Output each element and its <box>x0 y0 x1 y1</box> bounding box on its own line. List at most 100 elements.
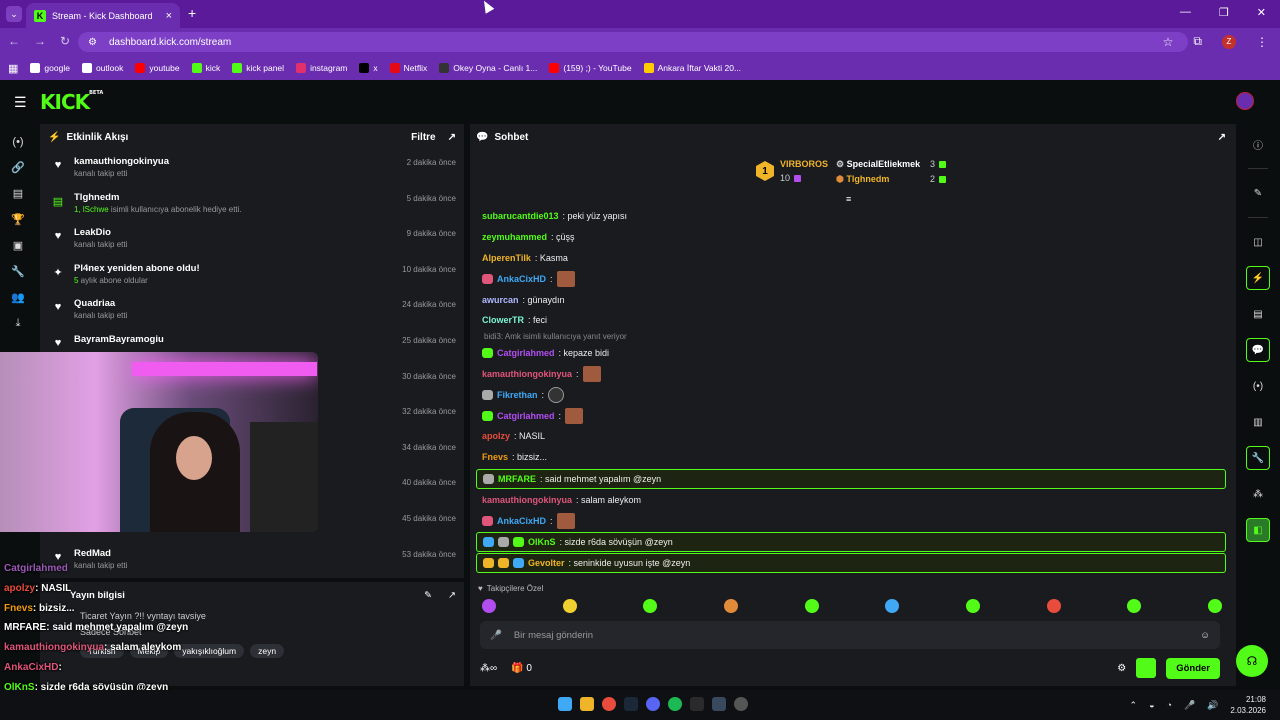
emote-icon[interactable] <box>643 599 658 613</box>
chrome-icon[interactable] <box>602 697 616 711</box>
emote-icon[interactable] <box>804 599 819 613</box>
discord-icon[interactable] <box>646 697 660 711</box>
emote-icon[interactable] <box>723 599 738 613</box>
activity-username[interactable]: Pl4nex yeniden abone oldu! <box>74 263 200 274</box>
bookmark-item[interactable]: Ankara İftar Vakti 20... <box>643 63 741 73</box>
chat-message[interactable]: apolzy: NASIL <box>476 426 1226 447</box>
site-info-icon[interactable]: ⚙ <box>88 37 97 48</box>
forward-icon[interactable]: → <box>34 34 46 48</box>
analytics-icon[interactable]: ▤ <box>13 187 23 200</box>
chat-username[interactable]: MRFARE <box>498 474 536 484</box>
activity-username[interactable]: BayramBayramogiu <box>74 334 164 345</box>
chat-message[interactable]: AnkaCixHD: <box>476 510 1226 531</box>
chat-username[interactable]: AlperenTilk <box>482 253 531 263</box>
hamburger-menu-icon[interactable]: ☰ <box>14 94 27 111</box>
document-icon[interactable]: ▤ <box>1246 302 1270 326</box>
points-icon[interactable]: ⁂∞ <box>480 663 497 674</box>
chat-input[interactable]: 🎤 Bir mesaj gönderin ☺ <box>480 621 1220 649</box>
bookmark-item[interactable]: youtube <box>135 63 180 73</box>
steam-icon[interactable] <box>712 697 726 711</box>
popout-icon[interactable]: ↗ <box>1218 132 1226 143</box>
chat-message[interactable]: awurcan: günaydın <box>476 289 1226 310</box>
chat-message[interactable]: AnkaCixHD: <box>476 268 1226 289</box>
popout-icon[interactable]: ↗ <box>448 132 456 143</box>
chat-username[interactable]: ClowerTR <box>482 315 524 325</box>
tray-expand-icon[interactable]: ⌃ <box>1130 700 1138 711</box>
activity-username[interactable]: LeakDio <box>74 227 127 238</box>
new-tab-icon[interactable]: + <box>188 5 196 21</box>
windows-start-icon[interactable] <box>558 697 572 711</box>
kick-emote-button[interactable] <box>1136 658 1157 678</box>
wifi-icon[interactable]: ◔ <box>1167 700 1172 710</box>
send-button[interactable]: Gönder <box>1166 657 1220 679</box>
chat-username[interactable]: OlKnS <box>528 537 556 547</box>
emote-icon[interactable] <box>562 599 577 613</box>
browser-menu-icon[interactable]: ⋮ <box>1256 35 1268 49</box>
edit-icon[interactable]: ✎ <box>1246 181 1270 205</box>
close-tab-icon[interactable]: × <box>166 10 172 22</box>
bookmark-item[interactable]: kick <box>191 63 220 73</box>
chat-username[interactable]: subarucantdie013 <box>482 211 559 221</box>
layout-icon[interactable]: ▥ <box>1246 410 1270 434</box>
emote-icon[interactable] <box>1046 599 1061 613</box>
emote-icon[interactable] <box>1127 599 1142 613</box>
kick-logo[interactable]: KICKBETA <box>40 90 103 114</box>
chat-message[interactable]: Fikrethan: <box>476 384 1226 405</box>
chat-filter-icon[interactable]: ≡ <box>846 194 851 204</box>
chat-message[interactable]: Catgirlahmed: <box>476 405 1226 426</box>
tab-search-icon[interactable]: ⌄ <box>6 6 22 22</box>
chat-username[interactable]: AnkaCixHD <box>497 516 546 526</box>
app-icon[interactable]: ◧ <box>1246 518 1270 542</box>
extensions-icon[interactable]: ⧉ <box>1193 34 1202 49</box>
chat-message[interactable]: AlperenTilk: Kasma <box>476 248 1226 269</box>
filter-button[interactable]: Filtre <box>411 132 435 143</box>
chat-username[interactable]: AnkaCixHD <box>497 274 546 284</box>
minimize-icon[interactable]: — <box>1180 6 1191 19</box>
link-icon[interactable]: 🔗 <box>11 161 25 174</box>
chat-message[interactable]: Gevolter: seninkide uyusun işte @zeyn <box>476 553 1226 574</box>
chat-username[interactable]: kamauthiongokinyua <box>482 369 572 379</box>
chat-message[interactable]: MRFARE: said mehmet yapalım @zeyn <box>476 468 1226 489</box>
stream-tag[interactable]: zeyn <box>250 644 285 658</box>
trophy-icon[interactable]: 🏆 <box>11 213 25 226</box>
integrations-icon[interactable]: ⁂ <box>1246 482 1270 506</box>
stream-tag[interactable]: Mekip <box>129 644 169 658</box>
system-clock[interactable]: 21:08 2.03.2026 <box>1230 694 1266 716</box>
app-icon[interactable] <box>690 697 704 711</box>
bookmark-item[interactable]: google <box>30 63 70 73</box>
stream-tag[interactable]: yakışıklıoğlum <box>174 644 245 658</box>
bookmark-item[interactable]: Okey Oyna - Canlı 1... <box>439 63 537 73</box>
chat-message[interactable]: OlKnS: sizde r6da sövüşün @zeyn <box>476 532 1226 553</box>
close-window-icon[interactable]: ✕ <box>1257 6 1266 19</box>
emote-icon[interactable] <box>965 599 980 613</box>
apps-grid-icon[interactable]: ▦ <box>8 62 18 75</box>
upload-icon[interactable]: ⤓ <box>16 317 21 330</box>
popout-icon[interactable]: ↗ <box>448 590 456 601</box>
emoji-icon[interactable]: ☺ <box>1200 630 1210 641</box>
network-icon[interactable]: ◒ <box>1149 700 1154 710</box>
settings-gear-icon[interactable]: ⚙ <box>1117 663 1126 674</box>
user-avatar[interactable] <box>1236 92 1254 110</box>
chat-message[interactable]: ClowerTR: feci <box>476 310 1226 331</box>
screenshot-icon[interactable]: ◫ <box>1246 230 1270 254</box>
mic-icon[interactable]: 🎤 <box>490 630 502 641</box>
leader-third-name[interactable]: ⬢ Tlghnedm <box>836 174 889 185</box>
activity-username[interactable]: Tlghnedm <box>74 192 242 203</box>
chat-username[interactable]: Fikrethan <box>497 390 538 400</box>
chat-username[interactable]: awurcan <box>482 295 519 305</box>
wrench-icon[interactable]: 🔧 <box>11 265 25 278</box>
chat-icon[interactable]: 💬 <box>1246 338 1270 362</box>
bookmark-item[interactable]: kick panel <box>232 63 284 73</box>
chat-username[interactable]: kamauthiongokinyua <box>482 495 572 505</box>
browser-tab[interactable]: K Stream - Kick Dashboard × <box>26 3 180 28</box>
app-icon[interactable] <box>734 697 748 711</box>
stream-live-icon[interactable]: (•) <box>12 136 23 148</box>
bookmark-item[interactable]: Netflix <box>389 63 427 73</box>
url-field[interactable]: ⚙ dashboard.kick.com/stream <box>78 32 1188 52</box>
lightning-icon[interactable]: ⚡ <box>1246 266 1270 290</box>
activity-username[interactable]: Quadriaa <box>74 298 127 309</box>
reload-icon[interactable]: ↻ <box>60 34 70 48</box>
emote-icon[interactable] <box>885 599 900 613</box>
chat-message[interactable]: Fnevs: bizsiz... <box>476 447 1226 468</box>
chat-message[interactable]: Catgirlahmed: kepaze bidi <box>476 343 1226 364</box>
